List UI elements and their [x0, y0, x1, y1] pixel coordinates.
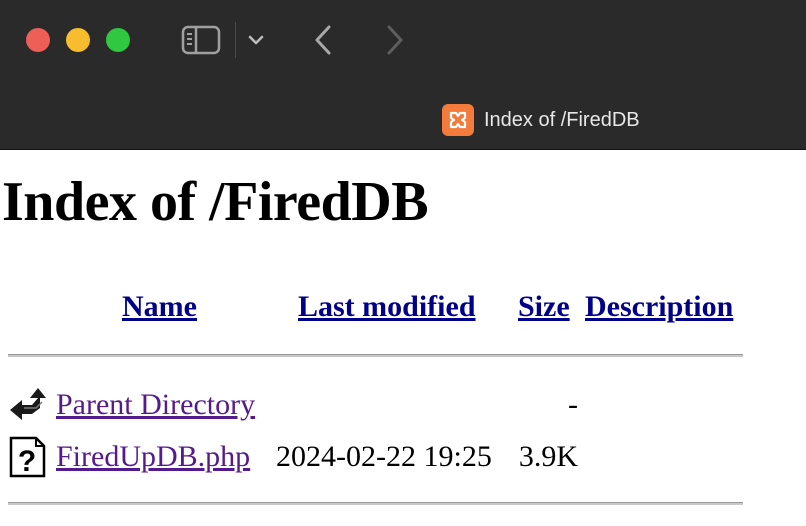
- back-button[interactable]: [306, 22, 340, 58]
- svg-text:?: ?: [18, 445, 36, 478]
- window-controls: [26, 28, 130, 52]
- zoom-window-button[interactable]: [106, 28, 130, 52]
- sort-by-size-link[interactable]: Size: [518, 290, 570, 323]
- xampp-favicon-icon: [442, 104, 474, 136]
- row-last-modified: 2024-02-22 19:25: [276, 440, 492, 473]
- minimize-window-button[interactable]: [66, 28, 90, 52]
- forward-button[interactable]: [378, 22, 412, 58]
- back-arrow-icon: [10, 388, 46, 420]
- footer-divider: [8, 502, 743, 505]
- row-size: 3.9K: [518, 440, 578, 473]
- close-window-button[interactable]: [26, 28, 50, 52]
- browser-toolbar: Index of /FiredDB: [0, 0, 806, 150]
- sidebar-menu-button[interactable]: [242, 22, 270, 58]
- column-header-size: Size: [518, 290, 570, 324]
- sidebar-toggle-button[interactable]: [178, 22, 224, 58]
- active-tab[interactable]: Index of /FiredDB: [442, 104, 640, 136]
- chevron-right-icon: [387, 25, 403, 55]
- table-row: ? FiredUpDB.php 2024-02-22 19:25 3.9K: [8, 436, 608, 480]
- chevron-left-icon: [315, 25, 331, 55]
- sidebar-icon: [181, 25, 221, 55]
- page-content: Index of /FiredDB Name Last modified Siz…: [0, 150, 806, 526]
- sort-by-name-link[interactable]: Name: [122, 290, 197, 323]
- table-row: Parent Directory -: [8, 384, 608, 428]
- parent-directory-link[interactable]: Parent Directory: [56, 388, 255, 422]
- header-divider: [8, 354, 743, 357]
- row-size: -: [568, 388, 578, 421]
- sort-by-last-modified-link[interactable]: Last modified: [298, 290, 476, 323]
- column-header-description: Description: [585, 290, 733, 324]
- toolbar-separator: [235, 22, 236, 58]
- sort-by-description-link[interactable]: Description: [585, 290, 733, 323]
- file-link[interactable]: FiredUpDB.php: [56, 440, 250, 474]
- chevron-down-icon: [248, 35, 264, 45]
- unknown-file-icon: ?: [9, 436, 46, 478]
- page-title: Index of /FiredDB: [2, 171, 429, 233]
- column-header-last-modified: Last modified: [298, 290, 476, 324]
- tab-title: Index of /FiredDB: [484, 108, 640, 131]
- column-header-name: Name: [122, 290, 197, 324]
